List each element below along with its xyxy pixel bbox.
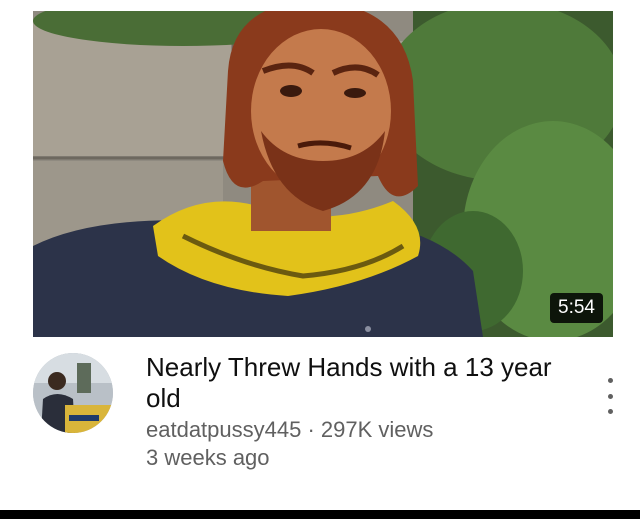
more-options-button[interactable] [598,378,622,414]
upload-age: 3 weeks ago [146,445,270,470]
channel-avatar[interactable] [33,353,113,433]
video-card[interactable]: 5:54 Nearly Threw Hands with a 13 year o… [0,0,640,519]
duration-badge: 5:54 [550,293,603,323]
view-count: 297K views [320,417,434,442]
ellipsis-dot [607,409,613,414]
avatar-image [33,353,113,433]
video-thumbnail[interactable]: 5:54 [33,11,613,337]
video-metadata: Nearly Threw Hands with a 13 year old ea… [146,352,566,472]
channel-views-line: eatdatpussy445 · 297K views [146,416,566,444]
video-title[interactable]: Nearly Threw Hands with a 13 year old [146,352,566,414]
thumbnail-image [33,11,613,337]
vertical-ellipsis-icon [607,378,613,383]
meta-separator: · [301,417,321,442]
ellipsis-dot [607,393,613,399]
bottom-divider [0,510,640,519]
channel-name[interactable]: eatdatpussy445 [146,417,301,442]
